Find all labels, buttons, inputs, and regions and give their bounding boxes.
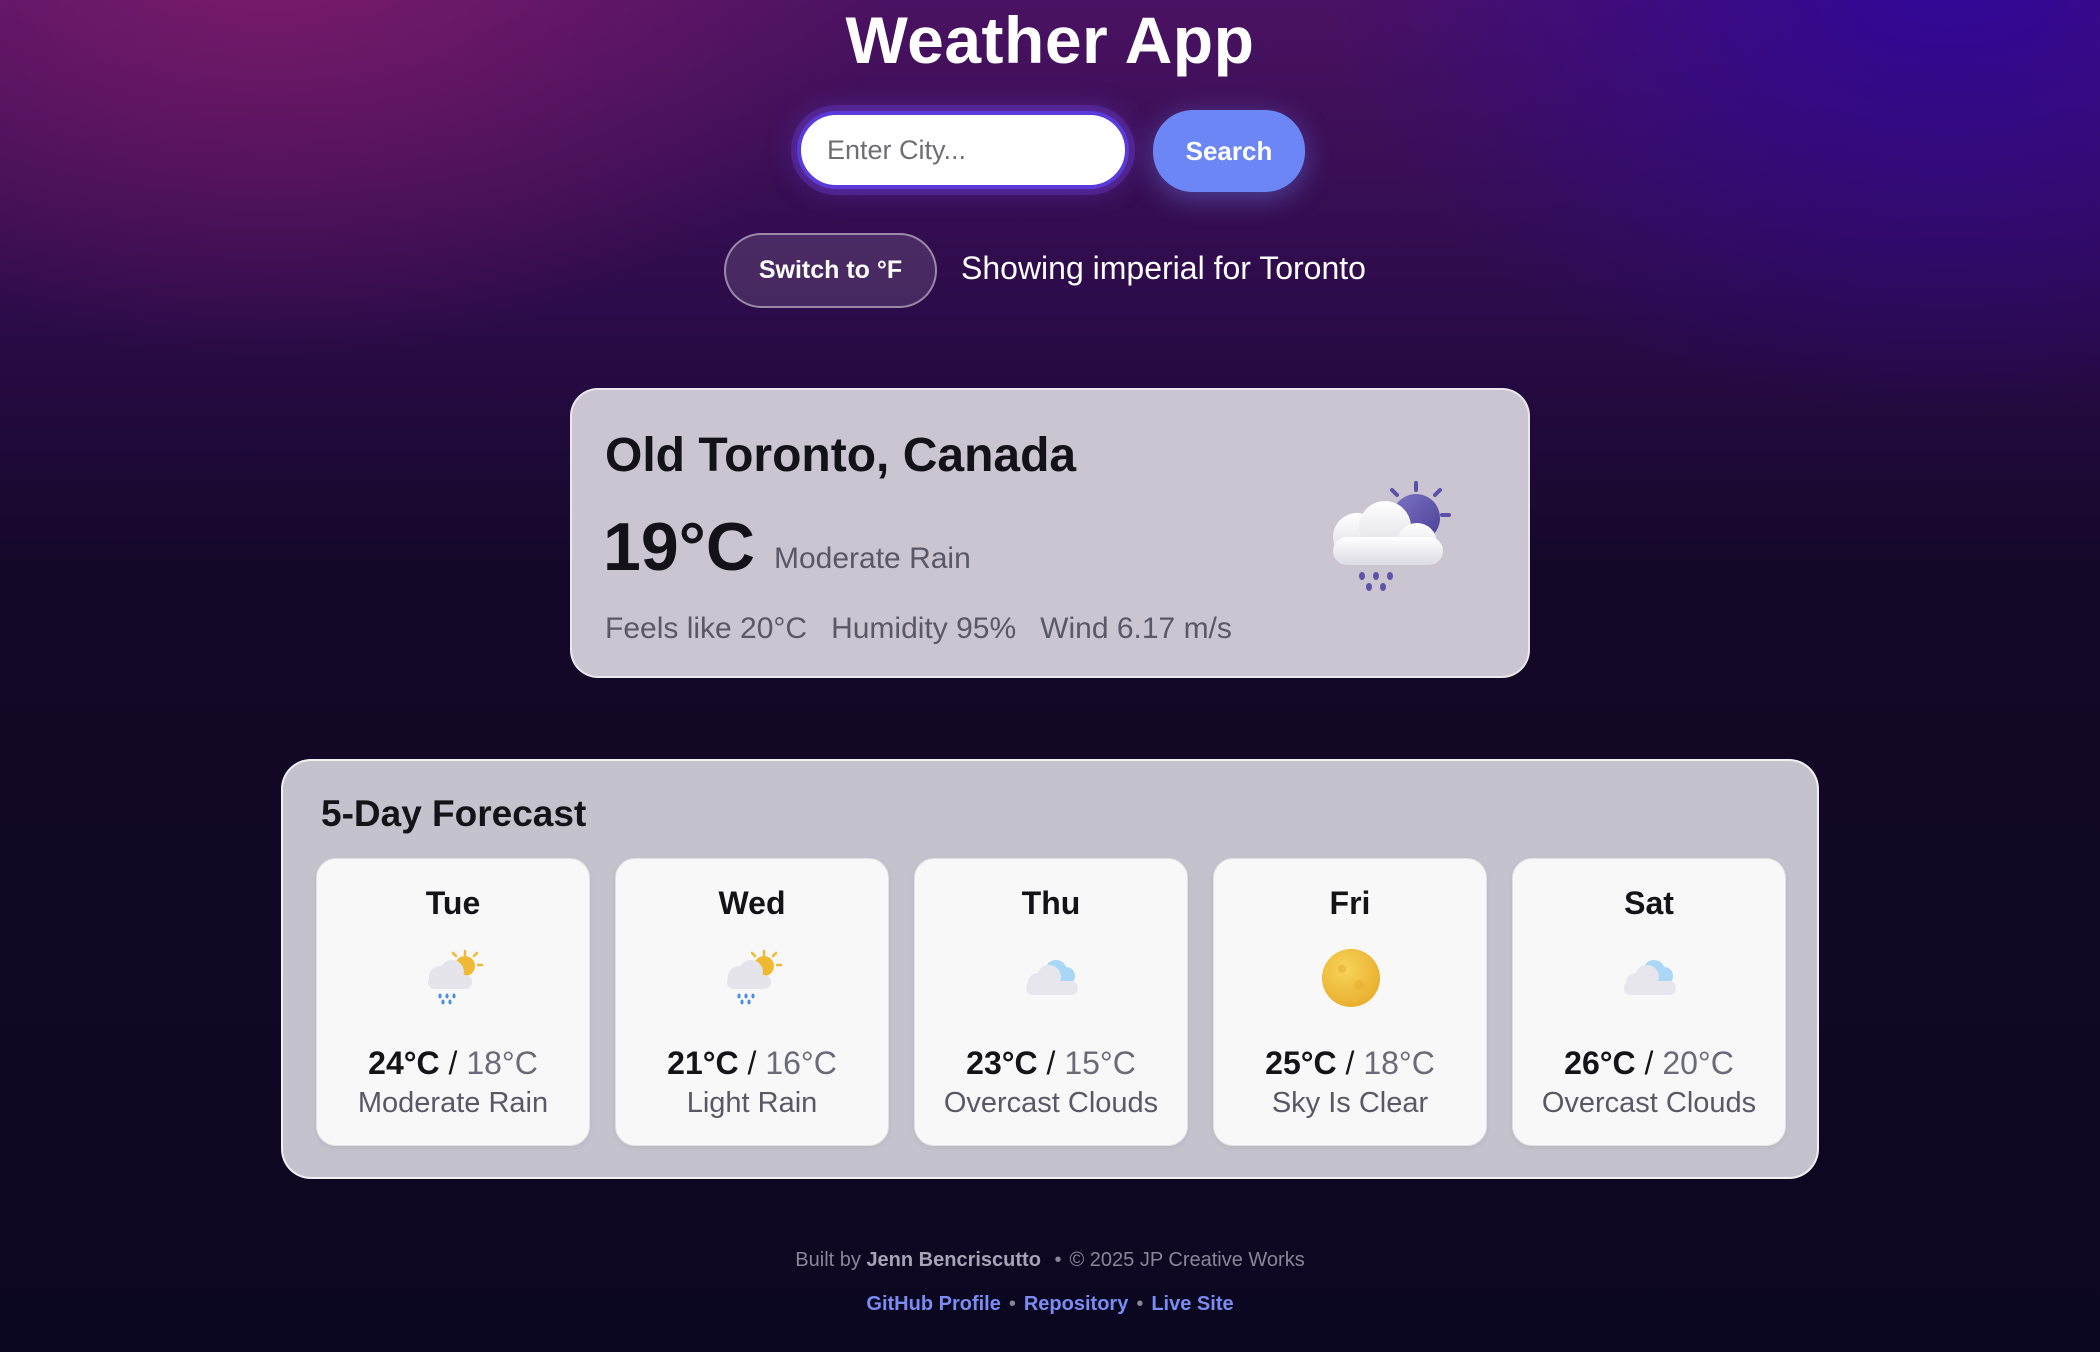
forecast-day-name: Tue	[425, 885, 481, 921]
forecast-high: 21°C	[667, 1045, 739, 1081]
current-description: Moderate Rain	[774, 542, 971, 575]
forecast-low: 18°C	[466, 1045, 538, 1081]
forecast-low: 16°C	[765, 1045, 837, 1081]
current-details: Feels like 20°C Humidity 95% Wind 6.17 m…	[605, 612, 1232, 646]
forecast-day-name: Wed	[718, 885, 786, 921]
current-location: Old Toronto, Canada	[605, 429, 1077, 482]
footer-copyright: © 2025 JP Creative Works	[1069, 1249, 1305, 1271]
github-profile-link[interactable]: GitHub Profile	[866, 1293, 1000, 1315]
forecast-description: Overcast Clouds	[1541, 1087, 1757, 1119]
forecast-description: Overcast Clouds	[943, 1087, 1159, 1119]
overcast-cloud-icon	[1026, 960, 1078, 995]
forecast-temps: 23°C / 15°C	[915, 1045, 1187, 1082]
feels-like: Feels like 20°C	[605, 612, 808, 645]
forecast-temps: 21°C / 16°C	[616, 1045, 888, 1082]
forecast-day-card: Tue 24°C / 18°C Moderate Rain	[316, 858, 590, 1146]
forecast-description: Light Rain	[686, 1087, 818, 1119]
live-site-link[interactable]: Live Site	[1151, 1293, 1233, 1315]
temp-separator: /	[1345, 1045, 1355, 1081]
temp-separator: /	[1046, 1045, 1056, 1081]
forecast-day-card: Thu 23°C / 15°C Overcast Clouds	[914, 858, 1188, 1146]
forecast-temps: 24°C / 18°C	[317, 1045, 589, 1082]
sun-cloud-rain-icon	[428, 949, 484, 1005]
footer-links: GitHub Profile • Repository • Live Site	[0, 1293, 2100, 1316]
wind-speed: Wind 6.17 m/s	[1040, 612, 1232, 645]
sun-cloud-rain-icon	[727, 949, 783, 1005]
unit-toggle-button[interactable]: Switch to °F	[724, 233, 937, 308]
footer-credits: Built by Jenn Bencriscutto • © 2025 JP Cr…	[0, 1249, 2100, 1272]
current-temperature: 19°C	[603, 509, 755, 585]
temp-separator: /	[448, 1045, 458, 1081]
repository-link[interactable]: Repository	[1024, 1293, 1128, 1315]
sun-icon	[1322, 949, 1380, 1007]
overcast-cloud-icon	[1624, 960, 1676, 995]
footer-separator: •	[1136, 1293, 1144, 1315]
forecast-low: 18°C	[1363, 1045, 1435, 1081]
built-by-prefix: Built by	[795, 1249, 861, 1271]
forecast-day-card: Sat 26°C / 20°C Overcast Clouds	[1512, 858, 1786, 1146]
humidity: Humidity 95%	[831, 612, 1017, 645]
forecast-title: 5-Day Forecast	[321, 793, 587, 834]
search-button[interactable]: Search	[1153, 110, 1305, 192]
forecast-day-card: Wed 21°C / 16°C Light Rain	[615, 858, 889, 1146]
forecast-high: 25°C	[1265, 1045, 1337, 1081]
forecast-temps: 25°C / 18°C	[1214, 1045, 1486, 1082]
forecast-day-name: Fri	[1329, 885, 1371, 921]
forecast-day-name: Thu	[1021, 885, 1081, 921]
forecast-low: 20°C	[1662, 1045, 1734, 1081]
temp-separator: /	[747, 1045, 757, 1081]
forecast-low: 15°C	[1064, 1045, 1136, 1081]
forecast-temps: 26°C / 20°C	[1513, 1045, 1785, 1082]
forecast-high: 24°C	[368, 1045, 440, 1081]
forecast-description: Moderate Rain	[357, 1087, 549, 1119]
unit-status-text: Showing imperial for Toronto	[961, 250, 1366, 286]
current-weather-card: Old Toronto, Canada 19°C Moderate Rain F…	[570, 388, 1530, 678]
footer-author: Jenn Bencriscutto	[866, 1249, 1041, 1271]
forecast-day-card: Fri 25°C / 18°C Sky Is Clear	[1213, 858, 1487, 1146]
forecast-description: Sky Is Clear	[1271, 1087, 1429, 1119]
forecast-panel: 5-Day Forecast Tue 24°C / 18°C Moderate …	[281, 759, 1819, 1179]
footer-separator: •	[1054, 1249, 1062, 1271]
city-search-input[interactable]	[797, 111, 1129, 189]
app-title: Weather App	[845, 3, 1255, 77]
forecast-high: 23°C	[966, 1045, 1038, 1081]
footer-separator: •	[1008, 1293, 1016, 1315]
forecast-day-name: Sat	[1624, 885, 1674, 921]
rain-cloud-moon-icon	[1333, 481, 1451, 591]
forecast-high: 26°C	[1564, 1045, 1636, 1081]
temp-separator: /	[1644, 1045, 1654, 1081]
